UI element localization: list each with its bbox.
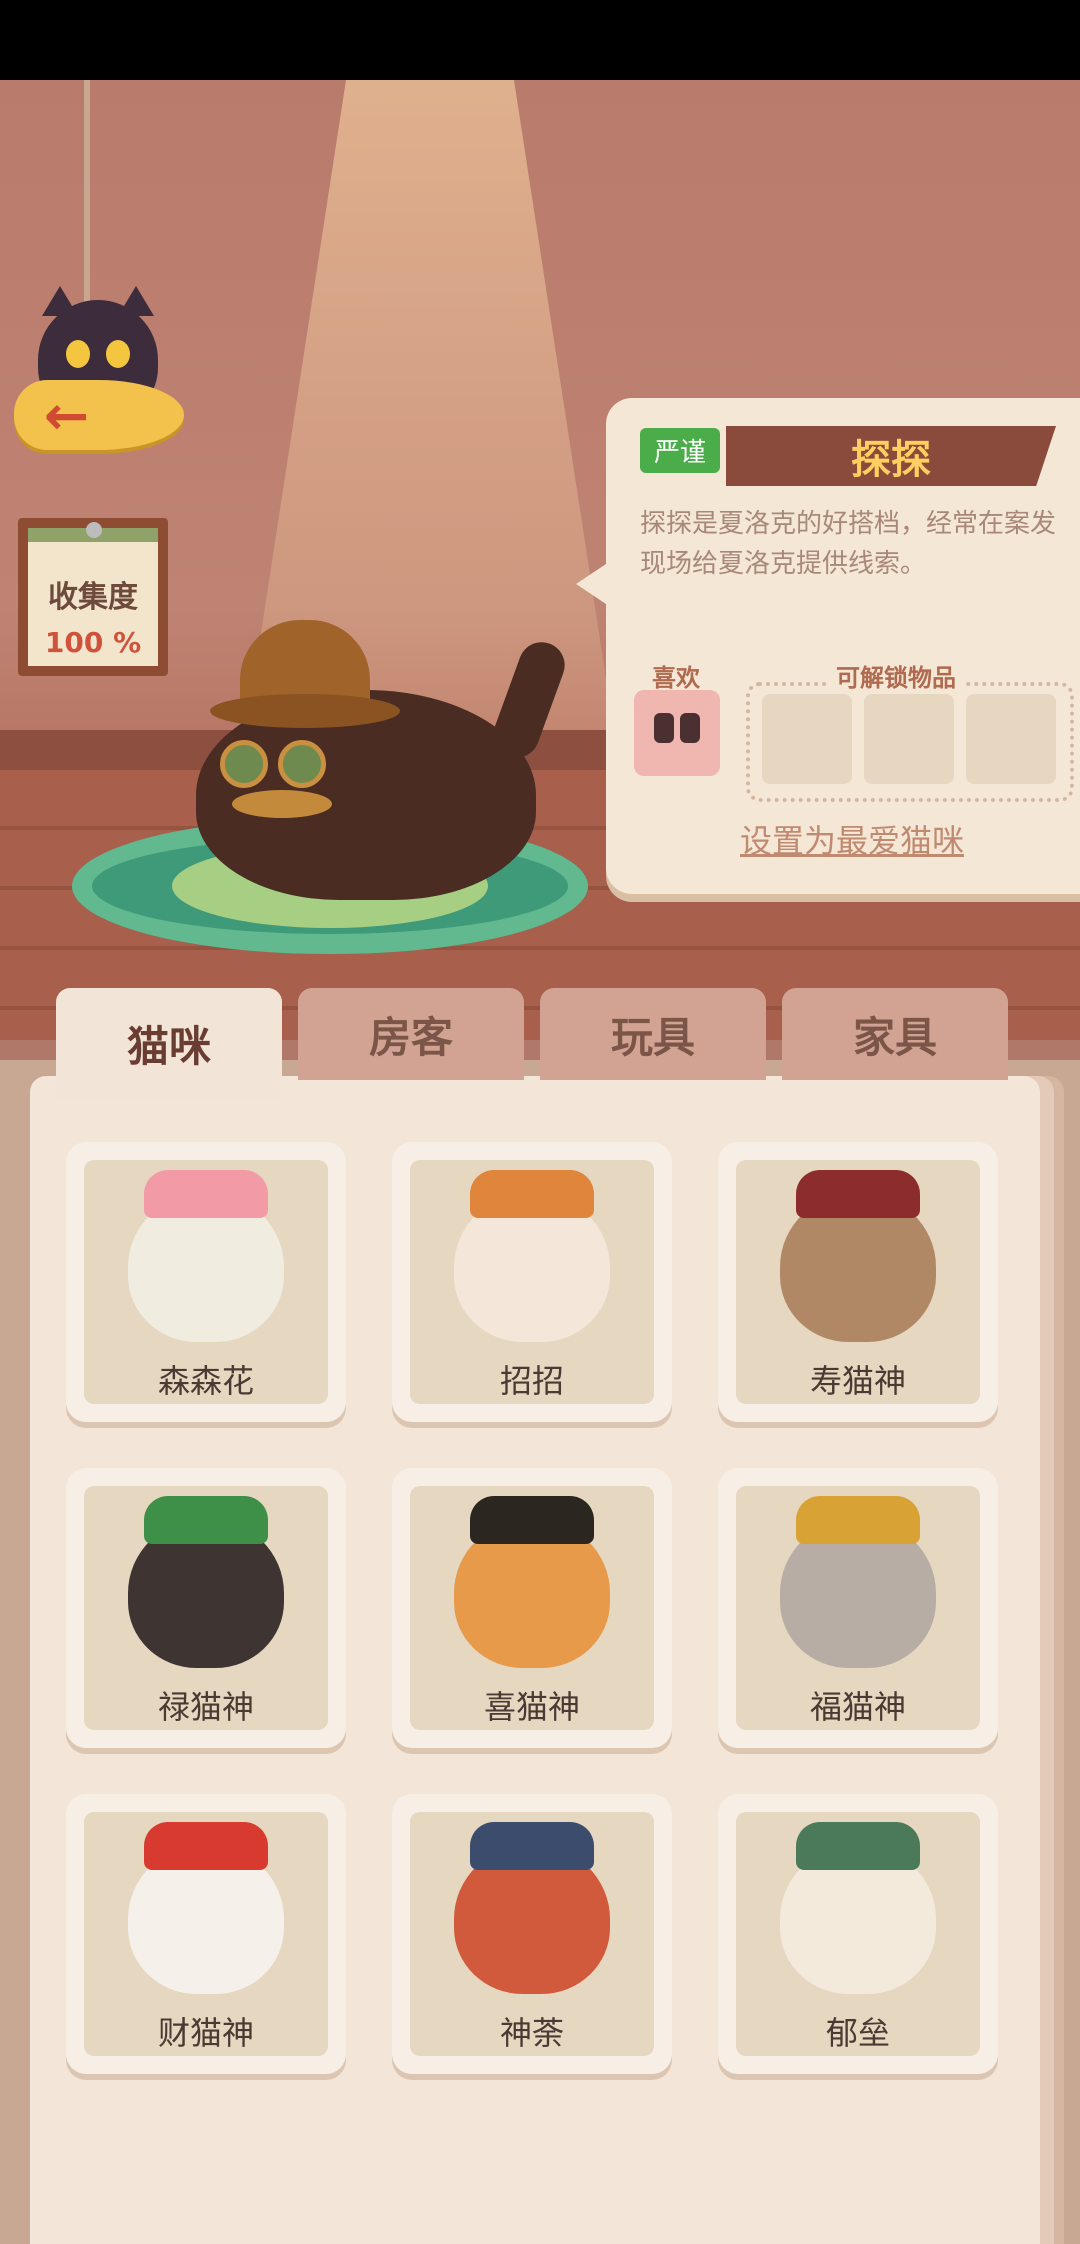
cat-card-label: 喜猫神 — [483, 1688, 580, 1726]
cat-name-banner: 探探 — [726, 426, 1056, 486]
cat-info-card: 严谨 探探 探探是夏洛克的好搭档，经常在案发现场给夏洛克提供线索。 喜欢 可解锁… — [576, 398, 1080, 894]
back-button[interactable]: ← — [14, 286, 194, 480]
unlock-item-desk[interactable] — [966, 694, 1056, 784]
cat-card[interactable]: 森森花 — [66, 1142, 346, 1422]
back-arrow-icon: ← — [14, 380, 184, 450]
bowler-hat-icon — [210, 620, 400, 730]
cat-headwear — [470, 1496, 594, 1544]
cat-headwear — [796, 1822, 920, 1870]
cat-card-label: 森森花 — [157, 1362, 254, 1400]
collection-paper: 收集度 100 % — [28, 528, 158, 666]
collection-board: 收集度 100 % — [18, 518, 168, 676]
status-bar — [0, 0, 1080, 80]
collection-value: 100 % — [44, 626, 142, 659]
cat-headwear — [144, 1822, 268, 1870]
cat-headwear — [796, 1170, 920, 1218]
glasses-icon — [220, 740, 340, 790]
cat-card-label: 郁垒 — [825, 2014, 890, 2052]
cat-card-label: 神荼 — [499, 2014, 564, 2052]
category-tabs: 猫咪 房客 玩具 家具 — [56, 988, 1016, 1098]
collection-title: 收集度 — [48, 580, 138, 615]
liked-item[interactable] — [634, 690, 720, 776]
cat-headwear — [470, 1170, 594, 1218]
unlock-item-shelf[interactable] — [762, 694, 852, 784]
cat-card-label: 禄猫神 — [157, 1688, 254, 1726]
cat-headwear — [144, 1170, 268, 1218]
mustache-icon — [232, 790, 332, 818]
set-favorite-link[interactable]: 设置为最爱猫咪 — [740, 816, 964, 862]
trait-badge: 严谨 — [640, 428, 721, 473]
hanging-rope — [84, 80, 90, 330]
cat-card[interactable]: 招招 — [392, 1142, 672, 1422]
cat-card-label: 福猫神 — [809, 1688, 906, 1726]
pin-icon — [86, 522, 102, 538]
unlockables-label: 可解锁物品 — [826, 658, 966, 693]
cat-card[interactable]: 财猫神 — [66, 1794, 346, 2074]
binoculars-icon — [652, 713, 702, 753]
cat-card-label: 招招 — [499, 1362, 564, 1400]
cat-card[interactable]: 喜猫神 — [392, 1468, 672, 1748]
cat-card[interactable]: 禄猫神 — [66, 1468, 346, 1748]
tab-toys[interactable]: 玩具 — [540, 988, 766, 1080]
cat-card[interactable]: 神荼 — [392, 1794, 672, 2074]
cat-card-label: 寿猫神 — [809, 1362, 906, 1400]
cat-card[interactable]: 郁垒 — [718, 1794, 998, 2074]
cat-card-label: 财猫神 — [157, 2014, 254, 2052]
cat-description: 探探是夏洛克的好搭档，经常在案发现场给夏洛克提供线索。 — [640, 509, 1057, 579]
cat-card[interactable]: 寿猫神 — [718, 1142, 998, 1422]
tab-tenants[interactable]: 房客 — [298, 988, 524, 1080]
likes-label: 喜欢 — [652, 664, 700, 692]
cat-name: 探探 — [851, 437, 931, 483]
cat-headwear — [796, 1496, 920, 1544]
tab-cats[interactable]: 猫咪 — [56, 988, 282, 1098]
cat-headwear — [144, 1496, 268, 1544]
tab-furniture[interactable]: 家具 — [782, 988, 1008, 1080]
unlock-item-chair[interactable] — [864, 694, 954, 784]
cat-headwear — [470, 1822, 594, 1870]
cat-card[interactable]: 福猫神 — [718, 1468, 998, 1748]
